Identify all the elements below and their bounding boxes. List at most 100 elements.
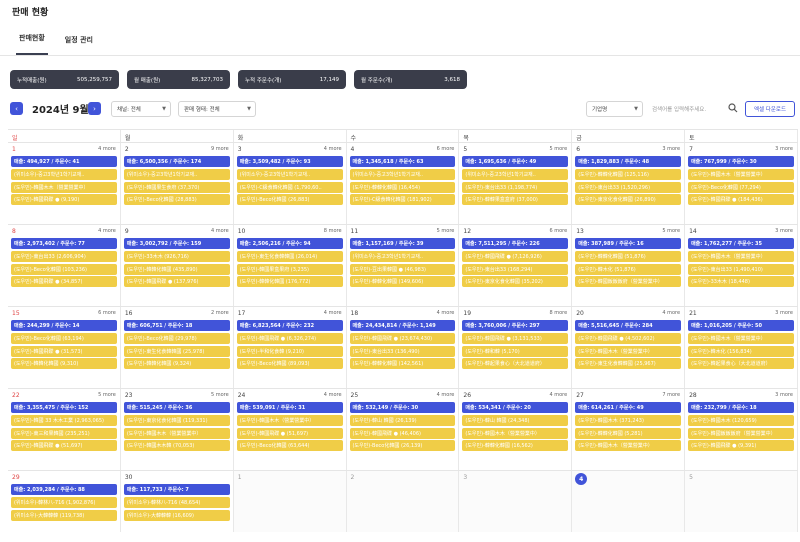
calendar-day-cell[interactable]: 13 5 more 매출: 387,989 / 주문수: 16 (도우민)-韓韓化韓國…	[572, 225, 686, 306]
product-event[interactable]: (도우민)-Beco化韓國 (26,883)	[236, 194, 343, 206]
calendar-day-cell[interactable]: 24 4 more 매출: 539,091 / 주문수: 31 (도우민)-韓國木木（…	[234, 389, 347, 470]
more-events-link[interactable]: 8 more	[324, 228, 342, 234]
product-event[interactable]: (도우민)-韓韓化韓國 (5,281)	[575, 427, 682, 439]
product-event[interactable]: (도우민)-C級食韓化韓國 (181,902)	[349, 194, 456, 206]
product-event[interactable]: (위미소우)-중고3학년1학기교재..	[236, 168, 343, 180]
calendar-day-cell[interactable]: 3	[459, 471, 573, 532]
calendar-day-cell[interactable]: 19 8 more 매출: 3,760,006 / 주문수: 297 (도우민)-韓國…	[459, 307, 573, 388]
product-event[interactable]: (도우민)-韓國果生食府 (37,370)	[123, 181, 230, 193]
channel-select[interactable]: 채널: 전체 ▼	[111, 101, 171, 117]
product-event[interactable]: (위미소우)-중고3학년1학기교재..	[11, 168, 117, 180]
calendar-day-cell[interactable]: 6 3 more 매출: 1,829,883 / 주문수: 48 (도우민)-韓韓化韓…	[572, 143, 686, 224]
daily-summary-event[interactable]: 매출: 539,091 / 주문수: 31	[236, 402, 343, 413]
more-events-link[interactable]: 5 more	[662, 228, 680, 234]
product-event[interactable]: (위미소우)-韓林八-716 (48,654)	[123, 496, 230, 508]
more-events-link[interactable]: 4 more	[437, 392, 455, 398]
search-input[interactable]: 검색어를 입력해주세요.	[652, 105, 706, 113]
product-event[interactable]: (도우민)-韓國木木（營業營業中）	[688, 332, 794, 344]
product-event[interactable]: (도우민)-韓起果食心（大北道道府）	[688, 358, 794, 370]
calendar-day-cell[interactable]: 2	[346, 471, 460, 532]
calendar-day-cell[interactable]: 17 4 more 매출: 6,823,564 / 주문수: 232 (도우민)-韓國…	[234, 307, 347, 388]
product-event[interactable]: (도우민)-韓山 韓國 (24,348)	[462, 414, 569, 426]
product-event[interactable]: (도우민)-韓國木木（營業營業中）	[236, 414, 343, 426]
product-event[interactable]: (도우민)-Beco化韓國 (63,644)	[236, 440, 343, 452]
calendar-day-cell[interactable]: 4	[572, 471, 686, 532]
product-event[interactable]: (도우민)-韓國飛碟 ● (23,674,430)	[349, 332, 456, 344]
product-event[interactable]: (도우민)-東台出33 (168,294)	[462, 263, 569, 275]
company-select[interactable]: 기업명 ▼	[586, 101, 643, 117]
product-event[interactable]: (도우민)-東台出33 (1,520,296)	[575, 181, 682, 193]
product-event[interactable]: (위미소우)-중고3학년1학기교재..	[349, 168, 456, 180]
calendar-day-cell[interactable]: 7 3 more 매출: 767,999 / 주문수: 30 (도우민)-韓國木木（營…	[685, 143, 798, 224]
daily-summary-event[interactable]: 매출: 3,509,482 / 주문수: 93	[236, 156, 343, 167]
calendar-day-cell[interactable]: 21 3 more 매출: 1,016,205 / 주문수: 50 (도우민)-韓國木…	[685, 307, 798, 388]
more-events-link[interactable]: 4 more	[324, 392, 342, 398]
daily-summary-event[interactable]: 매출: 1,829,883 / 주문수: 48	[575, 156, 682, 167]
product-event[interactable]: (도우민)-豆出果韓國 ● (46,983)	[349, 263, 456, 275]
product-event[interactable]: (도우민)-韓國木木（營業營業中）	[575, 440, 682, 452]
calendar-day-cell[interactable]: 1	[233, 471, 347, 532]
tab-schedule[interactable]: 일정 관리	[62, 35, 96, 55]
calendar-day-cell[interactable]: 26 4 more 매출: 534,341 / 주문수: 20 (도우민)-韓山 韓國…	[459, 389, 573, 470]
product-event[interactable]: (도우민)-韓國 33 木木工業 (2,963,065)	[11, 414, 117, 426]
product-event[interactable]: (도우민)-Beco化韓國 (103,236)	[11, 263, 117, 275]
calendar-day-cell[interactable]: 18 4 more 매출: 24,434,814 / 주문수: 1,149 (도우민)…	[347, 307, 460, 388]
daily-summary-event[interactable]: 매출: 6,500,356 / 주문수: 174	[123, 156, 230, 167]
more-events-link[interactable]: 4 more	[98, 228, 116, 234]
product-event[interactable]: (도우민)-半和化食韓 (9,210)	[236, 345, 343, 357]
product-event[interactable]: (도우민)-韓韓化韓國 (9,324)	[123, 358, 230, 370]
product-event[interactable]: (위미소우)-중고3학년1학기교재..	[123, 168, 230, 180]
product-event[interactable]: (도우민)-韓木化 (51,876)	[575, 263, 682, 275]
daily-summary-event[interactable]: 매출: 532,149 / 주문수: 30	[349, 402, 456, 413]
daily-summary-event[interactable]: 매출: 7,511,295 / 주문수: 226	[462, 238, 569, 249]
more-events-link[interactable]: 9 more	[211, 146, 229, 152]
product-event[interactable]: (도우민)-韓國果盒果府 (3,235)	[236, 263, 343, 275]
daily-summary-event[interactable]: 매출: 1,157,169 / 주문수: 39	[349, 238, 456, 249]
daily-summary-event[interactable]: 매출: 1,695,636 / 주문수: 49	[462, 156, 569, 167]
product-event[interactable]: (도우민)-東京化食化韓國 (119,331)	[123, 414, 230, 426]
product-event[interactable]: (도우민)-韓起果食心（大北道道府）	[462, 358, 569, 370]
product-event[interactable]: (위미소우)-大韓韓韓 (16,609)	[123, 509, 230, 521]
product-event[interactable]: (도우민)-韓國飛碟 ● (3,131,533)	[462, 332, 569, 344]
more-events-link[interactable]: 4 more	[98, 146, 116, 152]
more-events-link[interactable]: 4 more	[662, 310, 680, 316]
daily-summary-event[interactable]: 매출: 387,989 / 주문수: 16	[575, 238, 682, 249]
product-event[interactable]: (도우민)-韓國飯飯飯府（營業營業中）	[575, 276, 682, 288]
product-event[interactable]: (도우민)-33木木 (18,448)	[688, 276, 794, 288]
daily-summary-event[interactable]: 매출: 1,016,205 / 주문수: 50	[688, 320, 794, 331]
product-event[interactable]: (도우민)-韓韓化韓國 (125,116)	[575, 168, 682, 180]
more-events-link[interactable]: 5 more	[549, 146, 567, 152]
product-event[interactable]: (도우민)-韓國木木 (371,243)	[575, 414, 682, 426]
calendar-day-cell[interactable]: 16 2 more 매출: 606,751 / 주문수: 18 (도우민)-Beco化…	[121, 307, 234, 388]
product-event[interactable]: (도우민)-韓韓化韓國 (435,890)	[123, 263, 230, 275]
calendar-day-cell[interactable]: 9 4 more 매출: 3,002,792 / 주문수: 159 (도우민)-33木…	[121, 225, 234, 306]
product-event[interactable]: (도우민)-東京化食化韓國 (35,202)	[462, 276, 569, 288]
product-event[interactable]: (도우민)-Beco化韓國 (29,978)	[123, 332, 230, 344]
excel-download-button[interactable]: 엑셀 다운로드	[745, 101, 795, 117]
daily-summary-event[interactable]: 매출: 534,341 / 주문수: 20	[462, 402, 569, 413]
product-event[interactable]: (도우민)-韓國飛碟 ● (6,326,274)	[236, 332, 343, 344]
calendar-day-cell[interactable]: 25 4 more 매출: 532,149 / 주문수: 30 (도우민)-韓山 韓國…	[347, 389, 460, 470]
daily-summary-event[interactable]: 매출: 606,751 / 주문수: 18	[123, 320, 230, 331]
product-event[interactable]: (도우민)-韓山 韓國 (26,139)	[349, 414, 456, 426]
daily-summary-event[interactable]: 매출: 117,733 / 주문수: 7	[123, 484, 230, 495]
more-events-link[interactable]: 3 more	[775, 392, 793, 398]
product-event[interactable]: (도우민)-東生化食韓韓國 (26,014)	[236, 250, 343, 262]
product-event[interactable]: (도우민)-韓國飛碟 ● (4,502,602)	[575, 332, 682, 344]
daily-summary-event[interactable]: 매출: 2,973,402 / 주문수: 77	[11, 238, 117, 249]
product-event[interactable]: (도우민)-韓韓果盒盒府 (37,000)	[462, 194, 569, 206]
more-events-link[interactable]: 6 more	[98, 310, 116, 316]
calendar-day-cell[interactable]: 2 9 more 매출: 6,500,356 / 주문수: 174 (위미소우)-중고…	[121, 143, 234, 224]
product-event[interactable]: (위미소우)-중고3학년1학기교재..	[349, 250, 456, 262]
product-event[interactable]: (도우민)-韓國飛碟 ● (51,697)	[236, 427, 343, 439]
product-event[interactable]: (위미소우)-중고3학년1학기교재..	[462, 168, 569, 180]
more-events-link[interactable]: 4 more	[549, 392, 567, 398]
more-events-link[interactable]: 4 more	[211, 228, 229, 234]
product-event[interactable]: (도우민)-韓韓化韓國 (142,561)	[349, 358, 456, 370]
search-icon[interactable]	[728, 103, 738, 113]
calendar-day-cell[interactable]: 22 5 more 매출: 3,355,475 / 주문수: 152 (도우민)-韓國…	[8, 389, 121, 470]
calendar-day-cell[interactable]: 29 매출: 2,039,284 / 주문수: 88 (위미소우)-韓林八-716 …	[8, 471, 121, 532]
calendar-day-cell[interactable]: 11 5 more 매출: 1,157,169 / 주문수: 39 (위미소우)-중고…	[347, 225, 460, 306]
more-events-link[interactable]: 4 more	[437, 310, 455, 316]
product-event[interactable]: (위미소우)-大韓韓韓 (119,738)	[11, 509, 117, 521]
